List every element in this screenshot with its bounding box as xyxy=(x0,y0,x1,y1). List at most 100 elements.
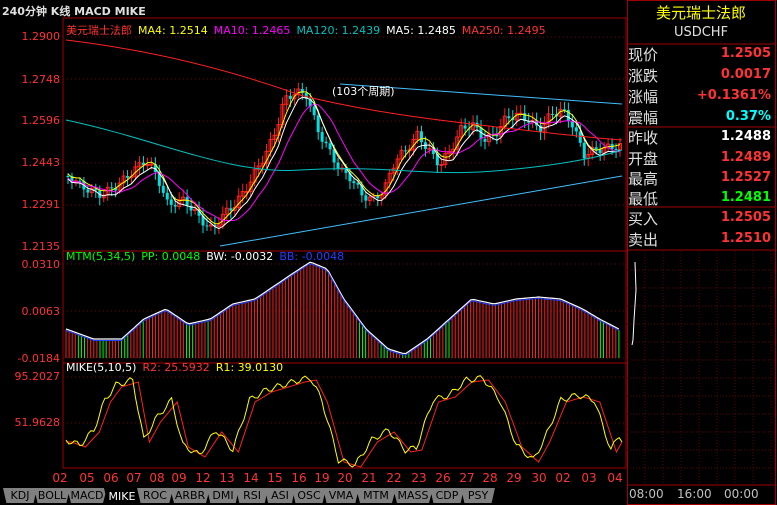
quote-value: 0.0017 xyxy=(720,67,771,82)
x-tick: 22 xyxy=(386,471,402,485)
tab-macd[interactable]: MACD xyxy=(67,488,107,503)
x-axis: 02 05 06 07 08 09 12 13 14 15 16 19 20 21 22 23 26 27 28 29… xyxy=(0,468,626,486)
period-annotation: (103个周期) xyxy=(332,85,395,98)
quote-label: 开盘 xyxy=(628,150,659,168)
x-tick: 05 xyxy=(79,471,95,485)
moving-average-lines xyxy=(65,39,623,230)
x-tick: 02 xyxy=(52,471,68,485)
quote-value: 1.2489 xyxy=(720,150,771,165)
quote-label: 涨跌 xyxy=(628,67,659,85)
x-tick: 03 xyxy=(581,471,597,485)
y-tick: 1.2748 xyxy=(21,73,61,86)
indicator-tab-bar: KDJ BOLL MACD MIKE ROC ARBR DMI RSI ASI OSC VMA MTM… xyxy=(0,486,626,505)
tab-dmi[interactable]: DMI xyxy=(207,488,239,503)
tab-osc[interactable]: OSC xyxy=(292,488,326,503)
x-tick: 23 xyxy=(411,471,427,485)
y-tick: 1.2900 xyxy=(21,30,61,43)
tab-cdp[interactable]: CDP xyxy=(430,488,464,503)
legend-bb: BB: -0.0048 xyxy=(279,250,345,263)
legend-ma250: MA250: 1.2495 xyxy=(461,24,546,37)
x-tick: 09 xyxy=(171,471,187,485)
legend-mike: MIKE(5,10,5) xyxy=(66,361,137,374)
candlesticks xyxy=(66,82,623,235)
y-tick: 1.2291 xyxy=(21,198,61,211)
legend-ma120: MA120: 1.2439 xyxy=(296,24,381,37)
x-tick: 02 xyxy=(555,471,571,485)
y-tick: -0.0184 xyxy=(17,352,60,365)
chart-canvas[interactable] xyxy=(0,0,627,486)
quote-label: 昨收 xyxy=(628,129,659,147)
x-tick: 28 xyxy=(482,471,498,485)
mike-legend: MIKE(5,10,5) R2: 25.5932 R1: 39.0130 xyxy=(66,361,289,374)
quote-label: 最高 xyxy=(628,170,659,188)
quote-title: 美元瑞士法郎 xyxy=(655,4,746,22)
intraday-line xyxy=(631,261,637,346)
y-tick: 95.2027 xyxy=(14,370,61,383)
legend-ma10: MA10: 1.2465 xyxy=(213,24,291,37)
y-tick: 51.9628 xyxy=(14,416,61,429)
x-tick: 20 xyxy=(337,471,353,485)
legend-ma4: MA4: 1.2514 xyxy=(138,24,208,37)
intraday-time-axis: 08:00 16:00 00:00 xyxy=(627,487,775,503)
x-tick: 27 xyxy=(459,471,475,485)
x-tick: 04 xyxy=(607,471,623,485)
quote-label: 现价 xyxy=(628,46,659,64)
mtm-histogram xyxy=(65,261,620,358)
y-tick: 0.0063 xyxy=(21,305,61,318)
legend-bw: BW: -0.0032 xyxy=(206,250,274,263)
quote-value: 1.2481 xyxy=(720,190,771,205)
tab-arbr[interactable]: ARBR xyxy=(170,488,210,503)
x-tick: 29 xyxy=(506,471,522,485)
tab-psy[interactable]: PSY xyxy=(461,488,495,503)
quote-row: 涨幅 +0.1361% xyxy=(627,85,775,107)
time-label: 08:00 xyxy=(629,487,664,501)
mike-lines xyxy=(65,375,623,468)
quote-label: 卖出 xyxy=(628,231,659,249)
time-label: 00:00 xyxy=(724,487,759,501)
quote-row: 买入 1.2505 xyxy=(627,207,775,229)
y-tick: 1.2135 xyxy=(21,240,61,253)
quote-row: 卖出 1.2510 xyxy=(627,228,775,250)
tab-mike[interactable]: MIKE xyxy=(104,488,140,504)
x-tick: 13 xyxy=(219,471,235,485)
x-tick: 26 xyxy=(435,471,451,485)
x-tick: 15 xyxy=(267,471,283,485)
quote-value: 1.2505 xyxy=(720,46,771,61)
quote-value: 1.2488 xyxy=(720,129,771,144)
quote-label: 震幅 xyxy=(628,109,659,127)
x-tick: 16 xyxy=(291,471,307,485)
quote-row: 最低 1.2481 xyxy=(627,187,775,209)
legend-mtm: MTM(5,34,5) xyxy=(66,250,136,263)
x-tick: 14 xyxy=(243,471,259,485)
tab-rsi[interactable]: RSI xyxy=(236,488,268,503)
quote-row: 现价 1.2505 xyxy=(627,43,775,65)
y-tick: 1.2443 xyxy=(21,156,61,169)
quote-panel: 美元瑞士法郎 USDCHF 现价 1.2505 涨跌 0.0017 涨幅 +0.1361%… xyxy=(627,0,777,505)
tab-roc[interactable]: ROC xyxy=(137,488,173,503)
quote-row: 昨收 1.2488 xyxy=(627,126,775,148)
quote-row: 震幅 0.37% xyxy=(627,106,775,128)
lower-trendline xyxy=(219,175,623,247)
tab-vma[interactable]: VMA xyxy=(323,488,359,503)
quote-value: 1.2527 xyxy=(720,170,771,185)
x-tick: 21 xyxy=(361,471,377,485)
tab-kdj[interactable]: KDJ xyxy=(3,488,37,503)
mike-panel-frame xyxy=(62,362,627,469)
legend-ma5: MA5: 1.2485 xyxy=(386,24,456,37)
tab-mass[interactable]: MASS xyxy=(393,488,433,503)
quote-value: +0.1361% xyxy=(696,88,771,103)
y-tick: 0.0310 xyxy=(21,258,61,271)
tab-mtm[interactable]: MTM xyxy=(356,488,396,503)
tab-boll[interactable]: BOLL xyxy=(34,488,70,503)
main-legend: 美元瑞士法郎 MA4: 1.2514 MA10: 1.2465 MA120: 1.24… xyxy=(66,22,552,38)
y-tick: 1.2596 xyxy=(21,114,61,127)
tab-asi[interactable]: ASI xyxy=(265,488,295,503)
quote-label: 买入 xyxy=(628,210,659,228)
quote-value: 1.2510 xyxy=(720,231,771,246)
quote-row: 最高 1.2527 xyxy=(627,167,775,189)
quote-row: 开盘 1.2489 xyxy=(627,147,775,169)
quote-label: 涨幅 xyxy=(628,88,659,106)
x-tick: 12 xyxy=(195,471,211,485)
trend-channel-lines xyxy=(219,83,623,247)
x-tick: 06 xyxy=(103,471,119,485)
